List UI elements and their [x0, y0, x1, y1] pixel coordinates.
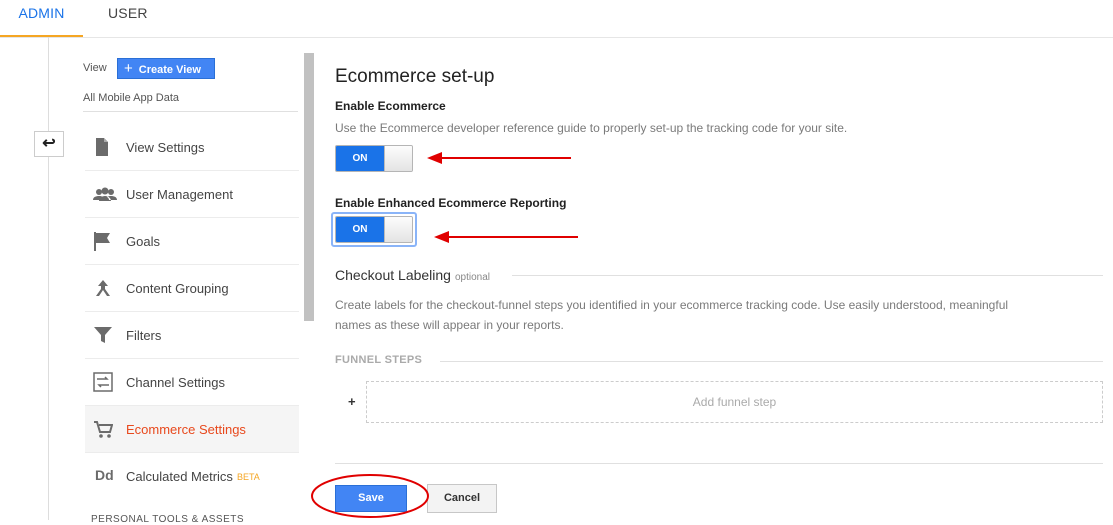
- sidebar-item-channel-settings[interactable]: Channel Settings: [85, 359, 299, 406]
- sidebar-item-label: View Settings: [126, 140, 205, 155]
- cancel-button[interactable]: Cancel: [427, 484, 497, 513]
- flag-icon: [93, 231, 115, 251]
- toggle-on-label: ON: [336, 217, 384, 242]
- top-tab-bar: ADMIN USER: [0, 0, 1113, 38]
- channel-icon: [93, 372, 115, 392]
- divider: [83, 111, 298, 112]
- toggle-on-label: ON: [336, 146, 384, 171]
- filter-icon: [93, 325, 115, 345]
- enable-enhanced-label: Enable Enhanced Ecommerce Reporting: [335, 196, 567, 210]
- left-rail-line: [48, 37, 49, 520]
- view-name[interactable]: All Mobile App Data: [83, 92, 179, 104]
- dd-icon: Dd: [95, 467, 114, 483]
- enable-ecommerce-description: Use the Ecommerce developer reference gu…: [335, 121, 848, 135]
- divider: [335, 463, 1103, 464]
- sidebar-item-label: Goals: [126, 234, 160, 249]
- plus-icon: +: [124, 60, 133, 77]
- document-icon: [93, 137, 115, 157]
- optional-tag: optional: [454, 272, 491, 283]
- enable-ecommerce-toggle[interactable]: ON: [335, 145, 413, 172]
- sidebar-item-content-grouping[interactable]: Content Grouping: [85, 265, 299, 312]
- view-label: View: [83, 62, 107, 74]
- sidebar-nav: View Settings User Management Goals Cont…: [85, 124, 299, 499]
- sidebar-item-label: Filters: [126, 328, 162, 343]
- beta-badge: BETA: [236, 472, 260, 482]
- page-title: Ecommerce set-up: [335, 66, 495, 87]
- toggle-knob: [384, 217, 412, 242]
- sidebar-item-filters[interactable]: Filters: [85, 312, 299, 359]
- red-arrow-1: [427, 152, 571, 164]
- sidebar-item-goals[interactable]: Goals: [85, 218, 299, 265]
- checkout-labeling-label: Checkout Labeling: [335, 267, 451, 283]
- red-arrow-2: [434, 231, 578, 243]
- tab-user[interactable]: USER: [108, 0, 148, 37]
- add-step-plus-icon[interactable]: +: [348, 394, 356, 409]
- people-icon: [93, 184, 117, 204]
- back-arrow-icon: ↩: [42, 135, 56, 152]
- funnel-steps-heading: FUNNEL STEPS: [335, 354, 423, 366]
- back-arrow-button[interactable]: ↩: [34, 131, 64, 157]
- divider: [512, 275, 1103, 276]
- toggle-knob: [384, 146, 412, 171]
- create-view-label: Create View: [138, 64, 201, 76]
- sidebar-item-label: Content Grouping: [126, 281, 229, 296]
- add-funnel-step-button[interactable]: Add funnel step: [366, 381, 1103, 423]
- sidebar-item-label: Ecommerce Settings: [126, 422, 246, 437]
- create-view-button[interactable]: + Create View: [117, 58, 215, 79]
- sidebar-item-label: User Management: [126, 187, 233, 202]
- cart-icon: [93, 419, 115, 439]
- sidebar-item-ecommerce-settings[interactable]: Ecommerce Settings: [85, 406, 299, 453]
- checkout-description-line2: names as these will appear in your repor…: [335, 318, 564, 332]
- sidebar-item-view-settings[interactable]: View Settings: [85, 124, 299, 171]
- calculated-metrics-label: Calculated Metrics: [126, 469, 233, 484]
- save-button[interactable]: Save: [335, 485, 407, 512]
- grouping-icon: [93, 278, 115, 298]
- sidebar-item-user-management[interactable]: User Management: [85, 171, 299, 218]
- enable-ecommerce-label: Enable Ecommerce: [335, 99, 446, 113]
- sidebar-scrollbar[interactable]: [304, 53, 314, 321]
- enable-enhanced-toggle[interactable]: ON: [335, 216, 413, 243]
- sidebar-item-label: Channel Settings: [126, 375, 226, 390]
- tab-admin[interactable]: ADMIN: [0, 0, 83, 37]
- sidebar-item-calculated-metrics[interactable]: Dd Calculated Metrics BETA: [85, 453, 299, 499]
- checkout-description-line1: Create labels for the checkout-funnel st…: [335, 298, 1009, 312]
- divider: [440, 361, 1103, 362]
- sidebar-item-label: Calculated Metrics BETA: [126, 469, 260, 484]
- checkout-labeling-title: Checkout Labeling optional: [335, 267, 490, 283]
